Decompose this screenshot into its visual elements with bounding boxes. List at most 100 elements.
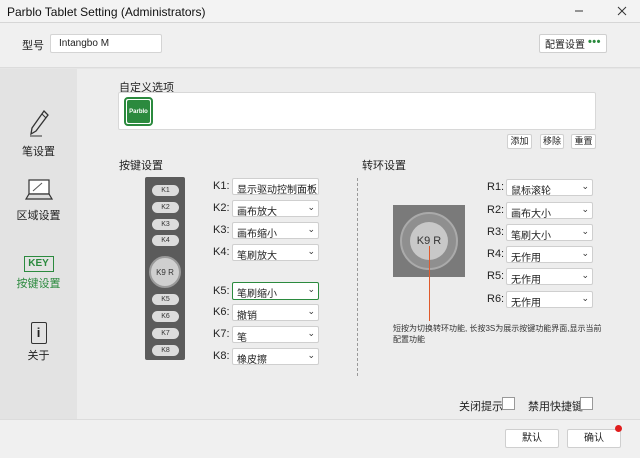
ring-r2-value: 画布大小 bbox=[511, 209, 551, 219]
chevron-down-icon: ⌄ bbox=[581, 226, 589, 236]
key-k7-select[interactable]: 笔 ⌄ bbox=[232, 326, 319, 343]
ring-note: 短按为切换转环功能, 长按3S为展示按键功能界面,显示当前配置功能 bbox=[393, 324, 602, 344]
key-k4-value: 笔刷放大 bbox=[237, 251, 277, 261]
ring-r6-select[interactable]: 无作用 ⌄ bbox=[506, 291, 593, 308]
chevron-down-icon: ⌄ bbox=[307, 224, 315, 234]
tablet-key: K3 bbox=[152, 219, 179, 230]
key-k3-select[interactable]: 画布缩小 ⌄ bbox=[232, 222, 319, 239]
chevron-down-icon: ⌄ bbox=[307, 328, 315, 338]
tablet-key: K7 bbox=[152, 328, 179, 339]
tablet-key: K1 bbox=[152, 185, 179, 196]
close-icon bbox=[617, 6, 627, 16]
sidebar-item-label: 区域设置 bbox=[16, 210, 61, 222]
ring-row-label: R1: bbox=[487, 181, 505, 193]
sidebar-item-pen[interactable]: 笔设置 bbox=[0, 109, 77, 159]
title-bar: Parblo Tablet Setting (Administrators) bbox=[0, 0, 640, 23]
chevron-down-icon: ⌄ bbox=[307, 350, 315, 360]
pen-icon bbox=[29, 109, 49, 137]
ring-r5-select[interactable]: 无作用 ⌄ bbox=[506, 268, 593, 285]
key-row-label: K5: bbox=[213, 285, 230, 297]
chevron-down-icon: ⌄ bbox=[307, 306, 315, 316]
ring-r5-value: 无作用 bbox=[511, 275, 541, 285]
key-k1-select[interactable]: 显示驱动控制面板 ⌄ bbox=[232, 178, 319, 195]
custom-app-list[interactable]: Parblo bbox=[118, 92, 596, 130]
disable-shortcut-checkbox[interactable] bbox=[580, 397, 593, 410]
key-k8-select[interactable]: 橡皮擦 ⌄ bbox=[232, 348, 319, 365]
area-icon bbox=[24, 179, 53, 200]
key-k2-value: 画布放大 bbox=[237, 207, 277, 217]
ring-r4-value: 无作用 bbox=[511, 253, 541, 263]
key-settings-title: 按键设置 bbox=[119, 160, 163, 172]
more-icon: ••• bbox=[587, 36, 601, 48]
key-row-label: K2: bbox=[213, 202, 230, 214]
close-tips-checkbox[interactable] bbox=[502, 397, 515, 410]
add-button[interactable]: 添加 bbox=[507, 134, 532, 149]
chevron-down-icon: ⌄ bbox=[581, 270, 589, 280]
disable-shortcut-label: 禁用快捷键 bbox=[528, 401, 583, 413]
tablet-wheel: K9 R bbox=[149, 256, 181, 288]
chevron-down-icon: ⌄ bbox=[307, 246, 315, 256]
tablet-key: K5 bbox=[152, 294, 179, 305]
key-k4-select[interactable]: 笔刷放大 ⌄ bbox=[232, 244, 319, 261]
model-field[interactable]: Intangbo M bbox=[50, 34, 162, 53]
ring-row-label: R2: bbox=[487, 204, 505, 216]
key-row-label: K7: bbox=[213, 328, 230, 340]
tablet-key: K4 bbox=[152, 235, 179, 246]
ring-r4-select[interactable]: 无作用 ⌄ bbox=[506, 246, 593, 263]
chevron-down-icon: ⌄ bbox=[307, 180, 315, 190]
sidebar-item-about[interactable]: i 关于 bbox=[0, 322, 77, 363]
remove-button[interactable]: 移除 bbox=[540, 134, 564, 149]
ring-settings-title: 转环设置 bbox=[362, 160, 406, 172]
key-row-label: K3: bbox=[213, 224, 230, 236]
key-k3-value: 画布缩小 bbox=[237, 229, 277, 239]
ring-r1-select[interactable]: 鼠标滚轮 ⌄ bbox=[506, 179, 593, 196]
key-row-label: K1: bbox=[213, 180, 230, 192]
key-k6-select[interactable]: 撤销 ⌄ bbox=[232, 304, 319, 321]
header-bar: 型号 Intangbo M 配置设置 ••• bbox=[0, 23, 640, 68]
ring-r2-select[interactable]: 画布大小 ⌄ bbox=[506, 202, 593, 219]
chevron-down-icon: ⌄ bbox=[307, 202, 315, 212]
tablet-key: K6 bbox=[152, 311, 179, 322]
ring-row-label: R3: bbox=[487, 226, 505, 238]
ring-row-label: R4: bbox=[487, 248, 505, 260]
close-button[interactable] bbox=[611, 3, 633, 19]
chevron-down-icon: ⌄ bbox=[581, 248, 589, 258]
sidebar-item-label: 关于 bbox=[27, 350, 50, 362]
key-row-label: K8: bbox=[213, 350, 230, 362]
footer-bar: 默认 确认 bbox=[0, 419, 640, 458]
sidebar-item-area[interactable]: 区域设置 bbox=[0, 179, 77, 223]
key-k2-select[interactable]: 画布放大 ⌄ bbox=[232, 200, 319, 217]
config-settings-label: 配置设置 bbox=[545, 40, 585, 51]
key-row-label: K6: bbox=[213, 306, 230, 318]
info-icon: i bbox=[30, 322, 47, 344]
ring-r3-select[interactable]: 笔刷大小 ⌄ bbox=[506, 224, 593, 241]
key-icon: KEY bbox=[23, 256, 54, 272]
key-k1-value: 显示驱动控制面板 bbox=[237, 185, 317, 195]
confirm-button[interactable]: 确认 bbox=[567, 429, 621, 448]
minimize-icon bbox=[575, 10, 583, 12]
reset-button[interactable]: 重置 bbox=[571, 134, 596, 149]
callout-line bbox=[429, 246, 430, 321]
sidebar: 笔设置 区域设置 KEY 按键设置 i 关于 bbox=[0, 69, 77, 419]
ring-r3-value: 笔刷大小 bbox=[511, 231, 551, 241]
config-settings-button[interactable]: 配置设置 ••• bbox=[539, 34, 607, 53]
ring-row-label: R6: bbox=[487, 293, 505, 305]
key-row-label: K4: bbox=[213, 246, 230, 258]
key-k5-select[interactable]: 笔刷缩小 ⌄ bbox=[232, 282, 319, 300]
sidebar-item-keys[interactable]: KEY 按键设置 bbox=[0, 256, 77, 291]
chevron-down-icon: ⌄ bbox=[307, 284, 315, 294]
sidebar-item-label: 笔设置 bbox=[22, 146, 55, 158]
parblo-app-icon[interactable]: Parblo bbox=[124, 97, 153, 126]
close-tips-label: 关闭提示 bbox=[459, 401, 503, 413]
model-label: 型号 bbox=[22, 40, 44, 52]
ring-row-label: R5: bbox=[487, 270, 505, 282]
default-button[interactable]: 默认 bbox=[505, 429, 559, 448]
chevron-down-icon: ⌄ bbox=[581, 293, 589, 303]
minimize-button[interactable] bbox=[568, 3, 590, 19]
key-k7-value: 笔 bbox=[237, 333, 247, 343]
notification-dot bbox=[615, 425, 622, 432]
tablet-key: K8 bbox=[152, 345, 179, 356]
key-k5-value: 笔刷缩小 bbox=[237, 289, 277, 300]
window-title: Parblo Tablet Setting (Administrators) bbox=[7, 5, 206, 19]
chevron-down-icon: ⌄ bbox=[581, 181, 589, 191]
